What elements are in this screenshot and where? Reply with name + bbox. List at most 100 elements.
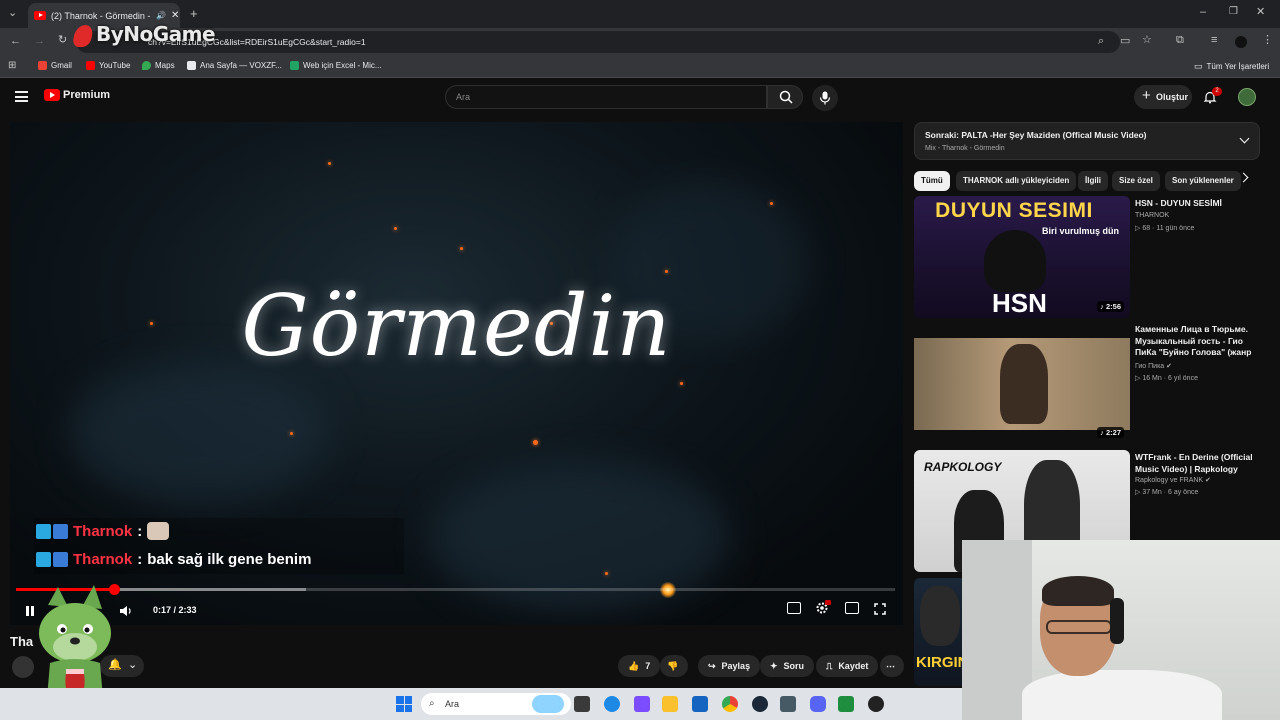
zoom-icon[interactable]: ⌕ [1098,36,1104,47]
url-field[interactable]: ch?v=EirS1uEgCGc&list=RDEirS1uEgCGc&star… [76,31,1120,53]
extensions-icon[interactable]: ⧉ [1176,35,1184,46]
window-close-icon[interactable]: ✕ [1256,7,1265,18]
thumbnail-text: DUYUN SESIMI [935,199,1093,222]
recommendation-title[interactable]: HSN - DUYUN SESİMİ [1135,198,1260,210]
forward-icon[interactable]: → [34,36,45,47]
video-thumbnail[interactable]: ♪ 2:27 [914,322,1130,444]
account-avatar[interactable] [1238,88,1256,106]
reading-list-icon[interactable]: ≡ [1211,35,1217,46]
recommendation-title[interactable]: WTFrank - En Derine (Official Music Vide… [1135,452,1260,475]
obs-icon[interactable] [868,696,884,712]
chip-recent[interactable]: Son yüklenenler [1165,171,1241,191]
apps-grid-icon[interactable]: ⊞ [8,61,16,71]
back-icon[interactable]: ← [10,36,21,47]
terminal-icon[interactable] [838,696,854,712]
voice-search-button[interactable] [812,85,838,111]
gmail-icon [38,61,47,70]
reload-icon[interactable]: ↻ [58,35,67,46]
bookmark-star-icon[interactable]: ☆ [1142,35,1152,46]
tab-close-icon[interactable]: ✕ [171,10,179,21]
copilot-icon[interactable] [634,696,650,712]
fullscreen-icon[interactable] [874,603,886,615]
chat-badges [36,552,68,567]
discord-icon[interactable] [810,696,826,712]
webcam-person-body [1022,670,1222,720]
ask-button[interactable]: ✦ Soru [760,655,815,677]
recommendation-item[interactable]: ♪ 2:27 Каменные Лица в Тюрьме. Музыкальн… [914,322,1260,446]
youtube-premium-logo[interactable]: Premium [44,89,110,101]
hamburger-menu-icon[interactable] [15,91,28,102]
maps-pin-icon [142,61,151,70]
volume-icon[interactable] [119,605,133,617]
all-bookmarks[interactable]: ▭ Tüm Yer İşaretleri [1194,61,1269,72]
notification-badge: 2 [1212,87,1222,96]
bookmark-gmail[interactable]: Gmail [38,61,72,70]
store-icon[interactable] [692,696,708,712]
app-icon[interactable] [780,696,796,712]
video-thumbnail[interactable]: DUYUN SESIMI Biri vurulmuş dün HSN ♪ 2:5… [914,196,1130,318]
steam-icon[interactable] [752,696,768,712]
player-controls: 0:17 / 2:33 [10,597,903,625]
bookmark-voxz[interactable]: Ana Sayfa — VOXZF... [187,61,282,70]
search-button[interactable] [767,85,803,109]
widget-image-icon[interactable] [532,695,564,713]
restore-icon[interactable]: ❐ [1229,7,1238,17]
bookmark-excel[interactable]: Web için Excel - Mic... [290,61,382,70]
cast-icon[interactable]: ▭ [1120,36,1130,47]
tab-search-icon[interactable]: ⌄ [8,8,17,19]
search-input[interactable]: Ara [445,85,767,109]
file-explorer-icon[interactable] [662,696,678,712]
minimize-icon[interactable]: – [1200,7,1206,18]
bookmark-youtube[interactable]: YouTube [86,61,130,70]
recommendation-channel[interactable]: THARNOK [1135,212,1169,219]
recommendation-title[interactable]: Каменные Лица в Тюрьме. Музыкальный гост… [1135,324,1260,360]
share-button[interactable]: ↪ Paylaş [698,655,761,677]
channel-name: Гио Пика [1135,363,1165,370]
recommendation-item[interactable]: DUYUN SESIMI Biri vurulmuş dün HSN ♪ 2:5… [914,196,1260,320]
like-count: 7 [645,661,651,671]
youtube-icon [86,61,95,70]
subtitles-icon[interactable] [787,602,801,614]
subscriber-badge-icon [36,523,51,539]
recommendation-channel[interactable]: Rapkology ve FRANK ✔ [1135,476,1211,484]
search-icon: ⌕ [429,698,435,709]
save-button[interactable]: ⎍ Kaydet [816,655,879,677]
theater-mode-icon[interactable] [845,602,859,614]
bookmark-maps[interactable]: Maps [142,61,175,70]
recommendation-meta: ▷ 37 Mn · 6 ay önce [1135,488,1198,496]
ember-decoration [665,270,668,273]
video-player[interactable]: Görmedin Tharnok : Tharnok : bak sağ ilk… [10,122,903,625]
windows-start-icon[interactable] [396,696,412,712]
youtube-masthead: Premium Ara Oluştur 2 [0,79,1280,117]
up-next-panel[interactable]: Sonraki: PALTA -Her Şey Maziden (Offical… [914,122,1260,160]
task-view-icon[interactable] [574,696,590,712]
video-meta-area: Tha 🔔 ⌄ 👍 7 👎 ↪ Paylaş ✦ Soru ⎍ Kaydet ⋯ [0,628,910,686]
chip-from-uploader[interactable]: THARNOK adlı yükleyiciden [956,171,1077,191]
bookmark-label: YouTube [99,61,131,70]
recommendation-channel[interactable]: Гио Пика ✔ [1135,362,1172,370]
chrome-icon[interactable] [722,696,738,712]
moderator-badge-icon [53,552,68,567]
bookmark-label: Gmail [51,61,72,70]
like-button[interactable]: 👍 7 [618,655,661,677]
edge-icon[interactable] [604,696,620,712]
thumbnail-text: KIRGIN [916,654,969,671]
channel-name: Rapkology ve FRANK [1135,477,1204,484]
chip-all[interactable]: Tümü [914,171,950,191]
menu-kebab-icon[interactable]: ⋮ [1262,35,1273,46]
progress-bar[interactable] [16,584,895,595]
hd-badge [825,600,831,605]
new-tab-icon[interactable]: + [190,7,198,20]
profile-avatar[interactable] [1235,36,1247,48]
excel-icon [290,61,299,70]
speaker-icon[interactable]: 🔊 [156,11,166,20]
chip-for-you[interactable]: Size özel [1112,171,1160,191]
meta-text: 16 Mn · 6 yıl önce [1142,375,1198,382]
chevron-down-icon[interactable] [1239,133,1250,144]
chevron-down-icon: ⌄ [128,659,138,671]
more-actions-button[interactable]: ⋯ [880,655,904,677]
time-display: 0:17 / 2:33 [153,605,197,615]
chip-related[interactable]: İlgili [1078,171,1108,191]
create-button[interactable]: Oluştur [1134,84,1192,109]
dislike-button[interactable]: 👎 [660,655,688,677]
